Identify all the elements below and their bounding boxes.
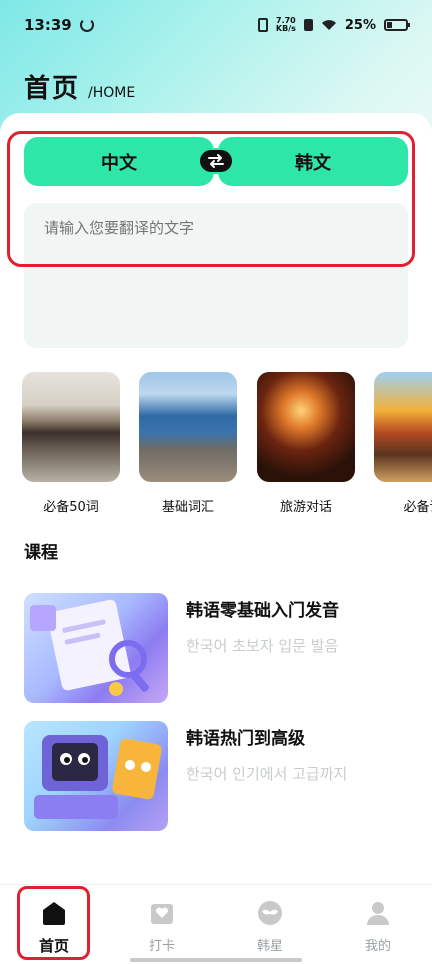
- page-subtitle: /HOME: [88, 85, 136, 101]
- course-thumbnail: [24, 593, 168, 703]
- home-icon: [43, 902, 65, 925]
- translate-input[interactable]: [44, 219, 384, 237]
- status-time: 13:39: [24, 16, 72, 34]
- target-language-button[interactable]: 韩文: [218, 137, 408, 186]
- scene-card[interactable]: 必备词: [374, 372, 432, 515]
- translate-input-area[interactable]: [24, 203, 408, 348]
- sim-icon: [303, 19, 313, 31]
- course-subtitle: 한국어 인기에서 고급까지: [186, 765, 348, 783]
- scene-label: 必备词: [403, 500, 432, 515]
- page-header: 首页 /HOME: [24, 68, 135, 105]
- home-indicator[interactable]: [130, 958, 302, 962]
- scene-label: 基础词汇: [161, 500, 214, 515]
- swap-languages-button[interactable]: [198, 148, 234, 174]
- tab-profile[interactable]: 我的: [324, 885, 432, 964]
- bottom-tab-bar: 首页 打卡 韩星 我的: [0, 884, 432, 964]
- courses-section-title: 课程: [24, 543, 58, 563]
- star-mask-icon: [258, 901, 282, 925]
- checkin-icon: [151, 904, 173, 924]
- scene-image: [257, 372, 355, 482]
- vibrate-icon: [257, 18, 268, 32]
- scene-image: [22, 372, 120, 482]
- tab-label: 首页: [38, 937, 69, 955]
- scene-label: 必备50词: [43, 500, 99, 515]
- tab-home[interactable]: 首页: [0, 885, 108, 964]
- scene-card[interactable]: 旅游对话: [257, 372, 355, 515]
- scene-carousel[interactable]: 必备50词 基础词汇 旅游对话 必备词: [22, 372, 432, 518]
- tab-stars[interactable]: 韩星: [216, 885, 324, 964]
- scene-card[interactable]: 必备50词: [22, 372, 120, 515]
- course-thumbnail: [24, 721, 168, 831]
- course-item[interactable]: 韩语零基础入门发音 한국어 초보자 입문 발음: [24, 593, 408, 703]
- scene-image: [139, 372, 237, 482]
- tab-label: 韩星: [256, 939, 283, 954]
- sync-icon: [79, 18, 94, 32]
- tab-label: 打卡: [148, 939, 175, 954]
- source-language-button[interactable]: 中文: [24, 137, 214, 186]
- swap-icon: [208, 154, 224, 168]
- tab-label: 我的: [364, 939, 391, 954]
- course-subtitle: 한국어 초보자 입문 발음: [186, 637, 339, 655]
- course-title: 韩语零基础入门发音: [186, 601, 339, 621]
- language-selector: 中文 韩文: [24, 137, 408, 186]
- scene-card[interactable]: 基础词汇: [139, 372, 237, 515]
- status-bar: 13:39 7.70 KB/s 25%: [0, 0, 432, 50]
- wifi-icon: [321, 19, 337, 31]
- profile-icon: [367, 902, 389, 925]
- course-item[interactable]: 韩语热门到高级 한국어 인기에서 고급까지: [24, 721, 408, 831]
- network-speed: 7.70 KB/s: [276, 17, 296, 33]
- network-speed-unit: KB/s: [275, 24, 296, 33]
- scene-image: [374, 372, 432, 482]
- page-title: 首页: [24, 74, 81, 104]
- tab-checkin[interactable]: 打卡: [108, 885, 216, 964]
- course-title: 韩语热门到高级: [186, 729, 305, 749]
- battery-fill: [387, 22, 392, 28]
- battery-percent: 25%: [344, 17, 376, 33]
- battery-icon: [384, 19, 410, 31]
- scene-label: 旅游对话: [279, 500, 332, 515]
